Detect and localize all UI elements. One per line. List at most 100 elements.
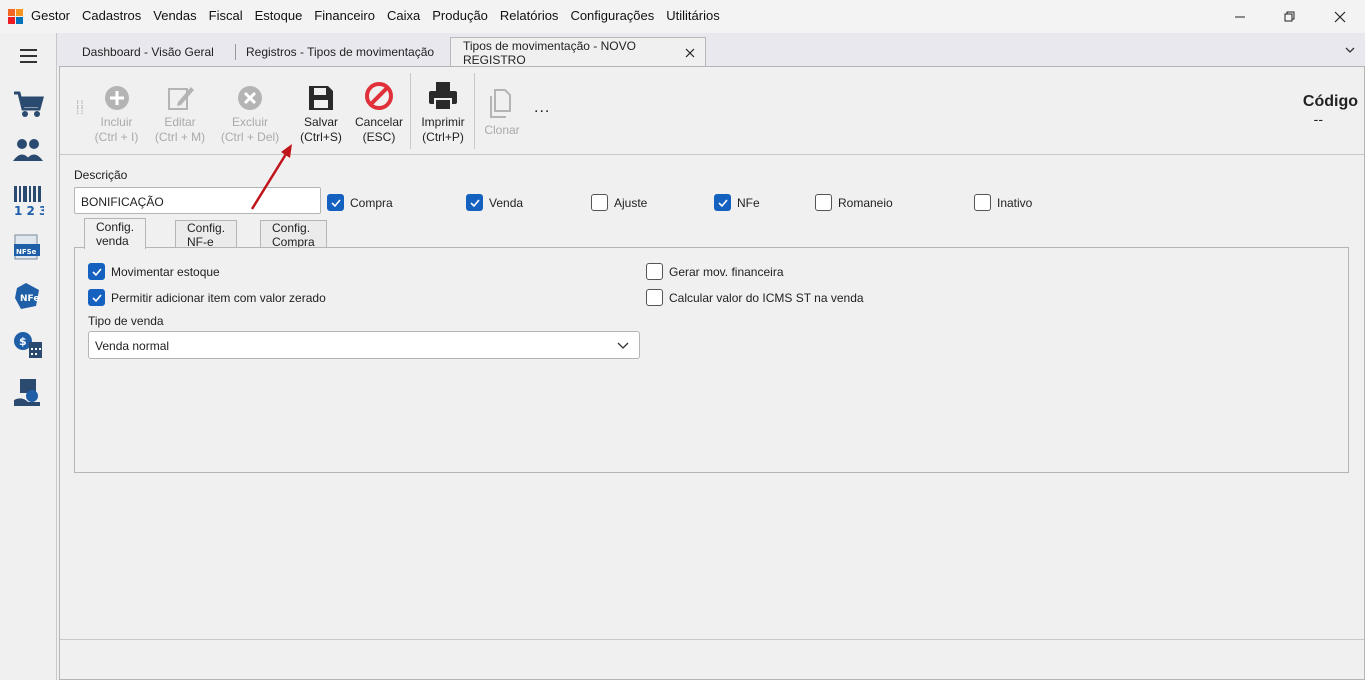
- cart-icon[interactable]: [11, 87, 45, 121]
- plus-circle-icon: [104, 86, 129, 110]
- app-logo-icon: [8, 9, 24, 25]
- movimentar-estoque-label: Movimentar estoque: [111, 264, 220, 279]
- editar-shortcut: (Ctrl + M): [154, 130, 206, 144]
- romaneio-checkbox[interactable]: Romaneio: [815, 194, 893, 211]
- venda-label: Venda: [489, 195, 524, 210]
- cash-register-icon[interactable]: [11, 375, 45, 409]
- salvar-button[interactable]: Salvar (Ctrl+S): [297, 77, 345, 145]
- checkbox-checked-icon: [88, 263, 105, 280]
- menu-fiscal[interactable]: Fiscal: [209, 8, 243, 23]
- toolbar-separator: [410, 73, 411, 149]
- printer-icon: [429, 82, 457, 111]
- menu-financeiro[interactable]: Financeiro: [314, 8, 375, 23]
- gerar-financeira-checkbox[interactable]: Gerar mov. financeira: [646, 263, 784, 280]
- tab-registros-tipos[interactable]: Registros - Tipos de movimentação: [234, 37, 446, 67]
- descricao-label: Descrição: [74, 168, 128, 182]
- tab-dashboard[interactable]: Dashboard - Visão Geral: [70, 37, 226, 67]
- checkbox-checked-icon: [714, 194, 731, 211]
- edit-icon: [168, 87, 194, 110]
- cancel-icon: [365, 82, 393, 110]
- menu-cadastros[interactable]: Cadastros: [82, 8, 141, 23]
- delete-circle-icon: [238, 86, 262, 110]
- restore-button[interactable]: [1265, 0, 1315, 33]
- menu-gestor[interactable]: Gestor: [31, 8, 70, 23]
- editar-label: Editar: [164, 115, 196, 129]
- checkbox-checked-icon: [327, 194, 344, 211]
- editar-button[interactable]: Editar (Ctrl + M): [153, 77, 207, 145]
- calcular-icms-checkbox[interactable]: Calcular valor do ICMS ST na venda: [646, 289, 864, 306]
- codigo-value: --: [1313, 111, 1323, 127]
- minimize-icon: [1235, 16, 1245, 17]
- gerar-financeira-label: Gerar mov. financeira: [669, 264, 784, 279]
- tab-config-compra[interactable]: Config. Compra: [260, 220, 327, 249]
- permitir-zerado-label: Permitir adicionar item com valor zerado: [111, 290, 326, 305]
- tab-config-venda[interactable]: Config. venda: [84, 218, 147, 249]
- barcode-icon[interactable]: 1 2 3: [11, 183, 45, 217]
- save-icon: [309, 86, 333, 110]
- chevron-down-icon[interactable]: [1344, 44, 1356, 56]
- imprimir-label: Imprimir: [421, 115, 465, 129]
- left-sidebar: 1 2 3 NFSe NFe $: [0, 33, 57, 680]
- toolbar: ⁞⁞ ⁞⁞ Incluir (Ctrl + I) Editar (Ctrl + M…: [60, 67, 1364, 155]
- status-bar-divider: [60, 639, 1364, 640]
- checkbox-unchecked-icon: [646, 263, 663, 280]
- hamburger-menu-icon[interactable]: [20, 49, 37, 67]
- tipo-venda-select[interactable]: Venda normal: [88, 331, 640, 359]
- checkbox-checked-icon: [88, 289, 105, 306]
- svg-text:1 2 3: 1 2 3: [14, 204, 44, 216]
- title-bar: Gestor Cadastros Vendas Fiscal Estoque F…: [0, 0, 1365, 33]
- tab-novo-registro[interactable]: Tipos de movimentação - NOVO REGISTRO: [450, 37, 706, 67]
- close-window-button[interactable]: [1315, 0, 1365, 33]
- imprimir-shortcut: (Ctrl+P): [422, 130, 464, 144]
- finance-calculator-icon[interactable]: $: [11, 327, 45, 361]
- tab-label: Registros - Tipos de movimentação: [246, 45, 435, 59]
- ajuste-checkbox[interactable]: Ajuste: [591, 194, 647, 211]
- menu-producao[interactable]: Produção: [432, 8, 488, 23]
- imprimir-button[interactable]: Imprimir (Ctrl+P): [417, 77, 469, 145]
- more-options-button[interactable]: ...: [534, 99, 550, 117]
- movimentar-estoque-checkbox[interactable]: Movimentar estoque: [88, 263, 220, 280]
- chevron-down-icon: [617, 342, 629, 349]
- window-controls: [1215, 0, 1365, 33]
- users-icon[interactable]: [11, 133, 45, 167]
- menu-configuracoes[interactable]: Configurações: [570, 8, 654, 23]
- tipo-venda-value: Venda normal: [95, 339, 170, 353]
- menu-relatorios[interactable]: Relatórios: [500, 8, 559, 23]
- minimize-button[interactable]: [1215, 0, 1265, 33]
- calcular-icms-label: Calcular valor do ICMS ST na venda: [669, 290, 864, 305]
- nfe-checkbox[interactable]: NFe: [714, 194, 760, 211]
- clonar-button[interactable]: Clonar: [480, 85, 524, 138]
- venda-checkbox[interactable]: Venda: [466, 194, 523, 211]
- incluir-button[interactable]: Incluir (Ctrl + I): [94, 77, 139, 145]
- tab-config-nfe[interactable]: Config. NF-e: [175, 220, 238, 249]
- nfe-icon[interactable]: NFe: [11, 279, 45, 313]
- incluir-label: Incluir: [100, 115, 133, 129]
- close-icon: [1334, 11, 1346, 22]
- salvar-shortcut: (Ctrl+S): [300, 130, 342, 144]
- svg-text:$: $: [19, 335, 27, 348]
- menu-vendas[interactable]: Vendas: [153, 8, 196, 23]
- checkbox-unchecked-icon: [974, 194, 991, 211]
- svg-text:NFe: NFe: [20, 294, 39, 304]
- salvar-label: Salvar: [303, 115, 338, 129]
- menu-estoque[interactable]: Estoque: [255, 8, 303, 23]
- incluir-shortcut: (Ctrl + I): [94, 130, 139, 144]
- menu-utilitarios[interactable]: Utilitários: [666, 8, 719, 23]
- tipo-venda-label: Tipo de venda: [88, 314, 164, 328]
- excluir-shortcut: (Ctrl + Del): [220, 130, 280, 144]
- toolbar-grip-icon[interactable]: ⁞⁞ ⁞⁞: [76, 99, 85, 116]
- compra-label: Compra: [350, 195, 393, 210]
- tab-label: Tipos de movimentação - NOVO REGISTRO: [463, 38, 636, 67]
- descricao-input[interactable]: BONIFICAÇÃO: [74, 187, 321, 214]
- cancelar-button[interactable]: Cancelar (ESC): [353, 77, 405, 145]
- nfse-icon[interactable]: NFSe: [11, 231, 45, 265]
- menu-caixa[interactable]: Caixa: [387, 8, 420, 23]
- permitir-zerado-checkbox[interactable]: Permitir adicionar item com valor zerado: [88, 289, 326, 306]
- close-tab-icon[interactable]: [685, 48, 695, 58]
- excluir-button[interactable]: Excluir (Ctrl + Del): [220, 77, 280, 145]
- cancelar-label: Cancelar: [354, 115, 404, 129]
- inativo-checkbox[interactable]: Inativo: [974, 194, 1032, 211]
- clone-icon: [490, 89, 511, 118]
- excluir-label: Excluir: [231, 115, 268, 129]
- compra-checkbox[interactable]: Compra: [327, 194, 393, 211]
